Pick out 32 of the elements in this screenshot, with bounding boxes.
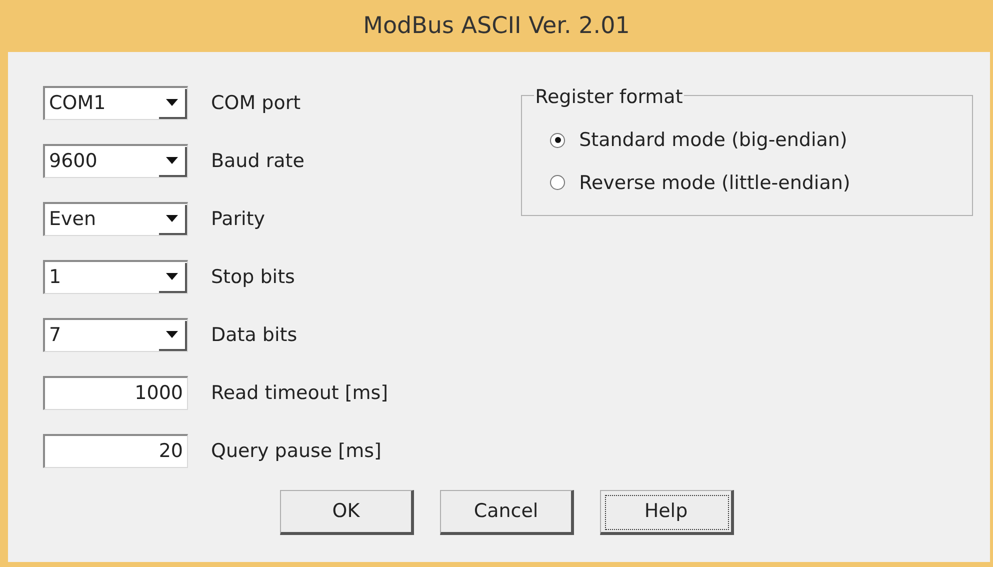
radio-button[interactable] xyxy=(550,132,566,148)
input-field[interactable]: 20 xyxy=(43,434,188,468)
field-label: Stop bits xyxy=(211,264,295,290)
dropdown-field[interactable]: COM1 xyxy=(43,86,188,120)
dialog-button[interactable]: Help xyxy=(600,490,734,535)
dialog-button[interactable]: Cancel xyxy=(440,490,574,535)
radio-button[interactable] xyxy=(550,175,566,190)
radio-label[interactable]: Standard mode (big-endian) xyxy=(579,126,848,154)
dropdown-value: 9600 xyxy=(49,149,98,174)
dropdown-value: 1 xyxy=(49,265,62,290)
dropdown-value: 7 xyxy=(49,323,62,348)
caret-icon[interactable] xyxy=(159,88,187,118)
field-label: Data bits xyxy=(211,322,298,348)
dropdown-field[interactable]: 7 xyxy=(43,318,188,352)
dialog-button[interactable]: OK xyxy=(280,490,414,535)
field-label: Baud rate xyxy=(211,148,304,174)
caret-icon[interactable] xyxy=(159,204,187,234)
input-field[interactable]: 1000 xyxy=(43,376,188,410)
field-label: COM port xyxy=(211,90,301,116)
caret-icon[interactable] xyxy=(159,146,187,176)
field-label: Read timeout [ms] xyxy=(211,380,388,406)
dropdown-field[interactable]: 9600 xyxy=(43,144,188,178)
field-label: Query pause [ms] xyxy=(211,438,382,464)
field-label: Parity xyxy=(211,206,266,232)
radio-label[interactable]: Reverse mode (little-endian) xyxy=(579,168,850,197)
dropdown-field[interactable]: Even xyxy=(43,202,188,236)
dropdown-value: Even xyxy=(49,207,96,232)
dropdown-value: COM1 xyxy=(49,91,106,116)
caret-icon[interactable] xyxy=(159,262,187,292)
dropdown-field[interactable]: 1 xyxy=(43,260,188,294)
caret-icon[interactable] xyxy=(159,320,187,350)
window-title: ModBus ASCII Ver. 2.01 xyxy=(363,12,630,41)
